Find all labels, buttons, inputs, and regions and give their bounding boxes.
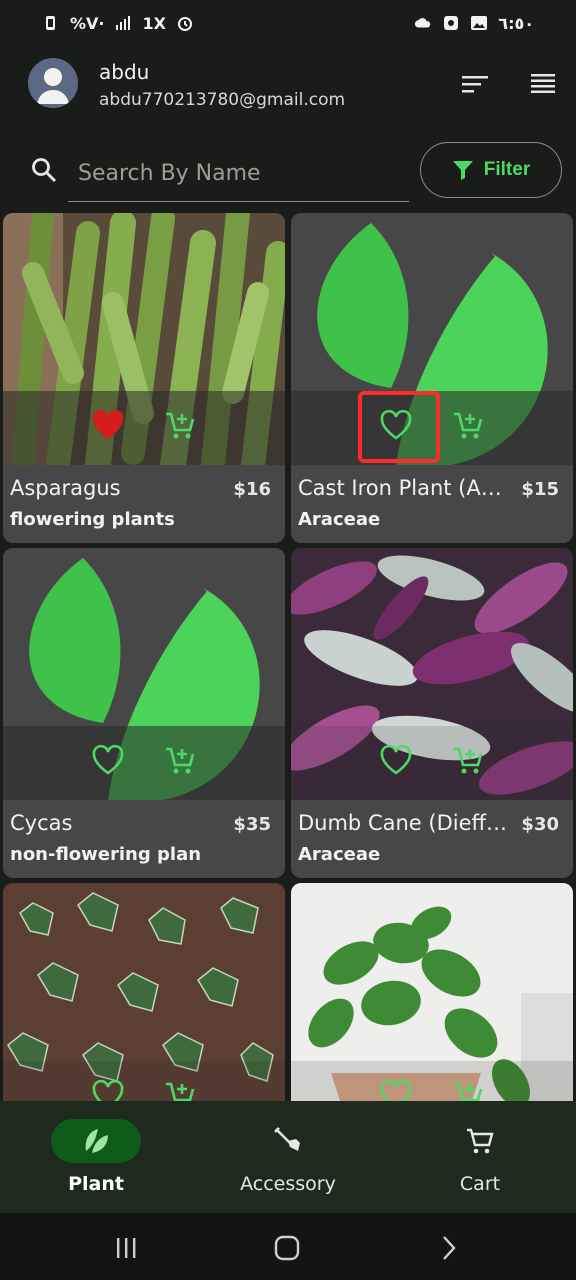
product-category: flowering plants <box>10 509 175 530</box>
menu-icon[interactable] <box>528 70 558 98</box>
favorite-heart-outline-icon[interactable] <box>91 1079 125 1101</box>
favorite-heart-outline-icon[interactable] <box>379 744 413 778</box>
nav-label-cart: Cart <box>459 1173 501 1195</box>
user-avatar-icon <box>28 58 78 108</box>
product-category: non-flowering plan <box>10 844 202 865</box>
nav-item-cart[interactable]: Cart <box>384 1101 576 1213</box>
product-price: $30 <box>521 814 559 835</box>
product-price: $35 <box>233 814 271 835</box>
cart-icon <box>467 1128 494 1154</box>
nav-item-plant[interactable]: Plant <box>0 1101 192 1213</box>
product-price: $16 <box>233 479 271 500</box>
product-card[interactable]: Dumb Cane (Dieffen... $30 Araceae <box>291 548 573 878</box>
system-navigation-bar <box>0 1213 576 1280</box>
card-action-bar <box>291 1061 573 1101</box>
card-action-bar <box>291 726 573 800</box>
bottom-navigation: Plant Accessory Cart <box>0 1101 576 1213</box>
avatar[interactable] <box>28 58 78 108</box>
add-to-cart-icon[interactable] <box>163 1079 197 1101</box>
back-icon[interactable] <box>436 1235 462 1261</box>
profile-header: abdu abdu770213780@gmail.com <box>28 56 558 116</box>
add-to-cart-icon[interactable] <box>451 409 485 443</box>
home-icon[interactable] <box>274 1235 300 1261</box>
recent-apps-icon[interactable] <box>113 1235 139 1261</box>
favorite-heart-outline-icon[interactable] <box>379 1079 413 1101</box>
filter-label: Filter <box>483 159 531 180</box>
status-left-text: %V· <box>70 13 105 33</box>
gallery-icon <box>471 16 488 30</box>
sort-icon[interactable] <box>460 70 490 98</box>
product-name: Asparagus <box>10 476 121 500</box>
user-name: abdu <box>99 60 150 84</box>
signal-icon <box>115 16 130 30</box>
product-card[interactable]: Cycas $35 non-flowering plan <box>3 548 285 878</box>
favorite-heart-filled-icon[interactable] <box>91 409 125 443</box>
product-card[interactable]: Asparagus $16 flowering plants <box>3 213 285 543</box>
nav-label-accessory: Accessory <box>240 1173 336 1195</box>
search-icon <box>32 158 57 183</box>
product-price: $15 <box>521 479 559 500</box>
shovel-icon <box>274 1127 300 1151</box>
search-input[interactable] <box>68 146 409 202</box>
add-to-cart-icon[interactable] <box>163 409 197 443</box>
battery-icon <box>46 16 55 30</box>
product-name: Dumb Cane (Dieffen... <box>298 811 508 835</box>
nav-item-accessory[interactable]: Accessory <box>192 1101 384 1213</box>
add-to-cart-icon[interactable] <box>451 1079 485 1101</box>
product-card[interactable] <box>291 883 573 1101</box>
filter-button[interactable]: Filter <box>420 142 562 198</box>
app-notification-icon <box>444 16 459 30</box>
nav-label-plant: Plant <box>68 1173 124 1195</box>
status-bar: %V· 1X ٦:٥٠ <box>0 0 576 46</box>
card-action-bar <box>3 1061 285 1101</box>
product-card[interactable] <box>3 883 285 1101</box>
user-email: abdu770213780@gmail.com <box>99 90 346 110</box>
filter-icon <box>452 161 473 180</box>
alarm-icon <box>177 17 192 31</box>
product-name: Cycas <box>10 811 73 835</box>
product-card[interactable]: Cast Iron Plant (Asp... $15 Araceae <box>291 213 573 543</box>
product-grid[interactable]: Asparagus $16 flowering plants Cast Iron… <box>3 213 573 1101</box>
card-action-bar <box>3 391 285 465</box>
cloud-icon <box>415 18 431 28</box>
status-speed: 1X <box>142 13 166 33</box>
add-to-cart-icon[interactable] <box>163 744 197 778</box>
leaf-icon <box>85 1129 108 1153</box>
product-category: Araceae <box>298 509 381 530</box>
status-time: ٦:٥٠ <box>498 13 534 33</box>
highlight-box <box>358 391 440 463</box>
add-to-cart-icon[interactable] <box>451 744 485 778</box>
card-action-bar <box>3 726 285 800</box>
product-name: Cast Iron Plant (Asp... <box>298 476 508 500</box>
favorite-heart-outline-icon[interactable] <box>91 744 125 778</box>
product-category: Araceae <box>298 844 381 865</box>
